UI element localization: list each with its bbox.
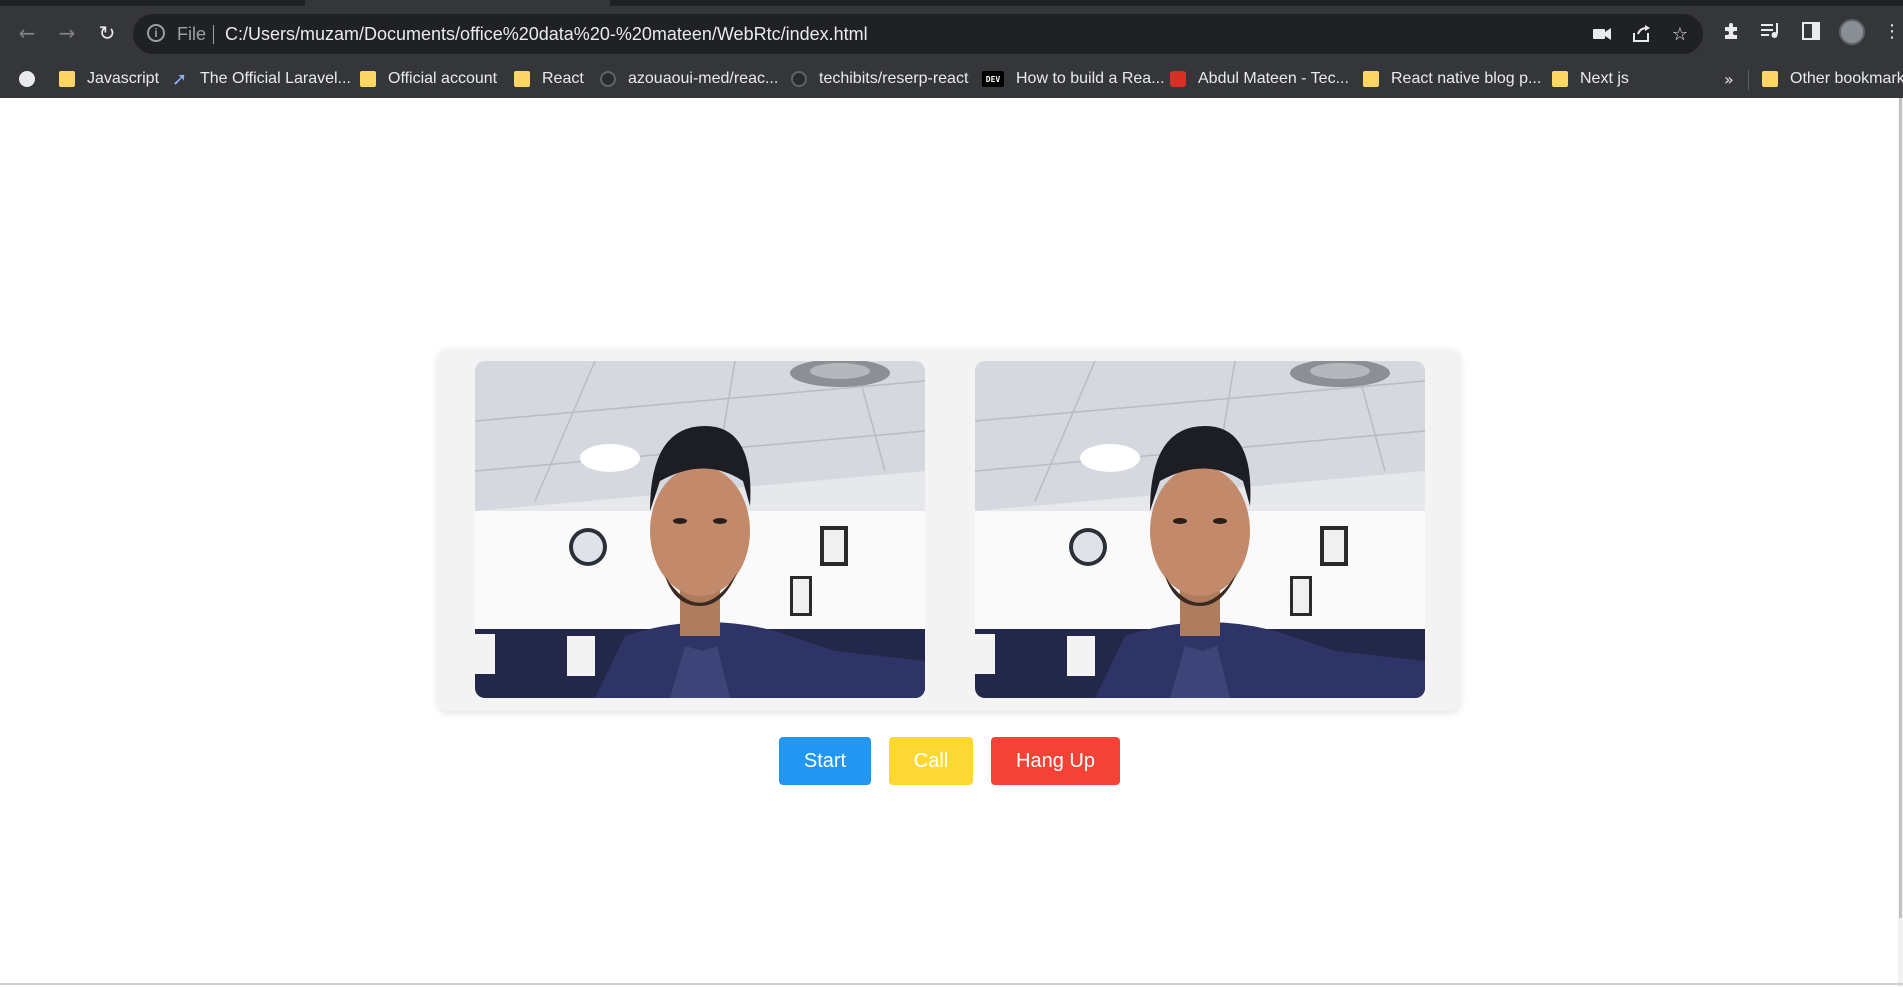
page-scrollbar[interactable] <box>1898 98 1903 987</box>
bookmark-react[interactable]: React <box>514 60 584 98</box>
bookmark-react-native-blog[interactable]: React native blog p... <box>1363 60 1541 98</box>
bookmark-label: techibits/reserp-react <box>819 70 969 87</box>
bookmarks-bar: Javascript ➚ The Official Laravel... Off… <box>0 60 1903 98</box>
github-icon <box>600 71 616 87</box>
url-text[interactable]: C:/Users/muzam/Documents/office%20data%2… <box>225 24 868 45</box>
menu-kebab-icon[interactable]: ⋮ <box>1880 19 1903 43</box>
bookmark-dev[interactable]: DEV How to build a Rea... <box>982 60 1165 98</box>
bookmark-label: React <box>542 70 584 87</box>
file-scheme-label: File <box>177 24 207 44</box>
bookmark-next-js[interactable]: Next js <box>1552 60 1629 98</box>
window-bottom-border <box>0 983 1903 985</box>
side-panel-icon[interactable] <box>1799 19 1823 43</box>
omnibox-divider <box>213 25 214 44</box>
bookmark-abdul-mateen[interactable]: Abdul Mateen - Tec... <box>1170 60 1349 98</box>
other-bookmarks[interactable]: Other bookmarks <box>1762 60 1903 98</box>
browser-toolbar: ← → ↻ i File C:/Users/muzam/Documents/of… <box>0 6 1903 60</box>
bookmark-official-account[interactable]: Official account <box>360 60 497 98</box>
rocket-icon <box>1170 71 1186 87</box>
bookmark-label: Other bookmarks <box>1790 70 1903 87</box>
forward-icon[interactable]: → <box>53 19 81 47</box>
info-icon[interactable]: i <box>147 24 165 42</box>
bookmark-techibits[interactable]: techibits/reserp-react <box>791 60 968 98</box>
local-video <box>475 361 925 698</box>
extensions-icon[interactable] <box>1719 19 1743 43</box>
bookmark-label: azouaoui-med/reac... <box>628 70 779 87</box>
folder-icon <box>1363 71 1379 87</box>
dev-icon: DEV <box>982 71 1004 87</box>
bookmark-azouaoui[interactable]: azouaoui-med/reac... <box>600 60 778 98</box>
back-icon[interactable]: ← <box>13 19 41 47</box>
bookmark-label: Official account <box>388 70 498 87</box>
reload-icon[interactable]: ↻ <box>93 19 121 47</box>
rocket-icon: ➚ <box>172 69 188 89</box>
bookmark-label: Javascript <box>87 70 160 87</box>
folder-icon <box>1762 71 1778 87</box>
remote-video <box>975 361 1425 698</box>
bookmark-star-icon[interactable]: ☆ <box>1668 22 1692 46</box>
profile-avatar[interactable] <box>1839 19 1865 45</box>
globe-icon <box>19 71 35 87</box>
bookmark-label: Next js <box>1580 70 1629 87</box>
folder-icon <box>514 71 530 87</box>
apps-icon[interactable] <box>19 60 47 98</box>
bookmark-label: How to build a Rea... <box>1016 70 1165 87</box>
bookmark-javascript[interactable]: Javascript <box>59 60 159 98</box>
bookmarks-overflow-chevron[interactable]: » <box>1724 60 1734 98</box>
bookmarks-divider <box>1748 70 1749 90</box>
share-icon[interactable] <box>1630 22 1654 46</box>
bookmark-laravel[interactable]: ➚ The Official Laravel... <box>172 60 351 98</box>
video-container <box>438 349 1460 711</box>
bookmark-label: React native blog p... <box>1391 70 1542 87</box>
bookmark-label: The Official Laravel... <box>200 70 351 87</box>
address-bar[interactable]: i File C:/Users/muzam/Documents/office%2… <box>133 14 1703 54</box>
start-button[interactable]: Start <box>779 737 871 785</box>
folder-icon <box>360 71 376 87</box>
call-button[interactable]: Call <box>889 737 973 785</box>
media-queue-icon[interactable] <box>1759 19 1783 43</box>
folder-icon <box>59 71 75 87</box>
hang-up-button[interactable]: Hang Up <box>991 737 1120 785</box>
bookmark-label: Abdul Mateen - Tec... <box>1198 70 1349 87</box>
github-icon <box>791 71 807 87</box>
camera-icon[interactable] <box>1590 22 1614 46</box>
folder-icon <box>1552 71 1568 87</box>
scrollbar-thumb[interactable] <box>1899 98 1902 918</box>
